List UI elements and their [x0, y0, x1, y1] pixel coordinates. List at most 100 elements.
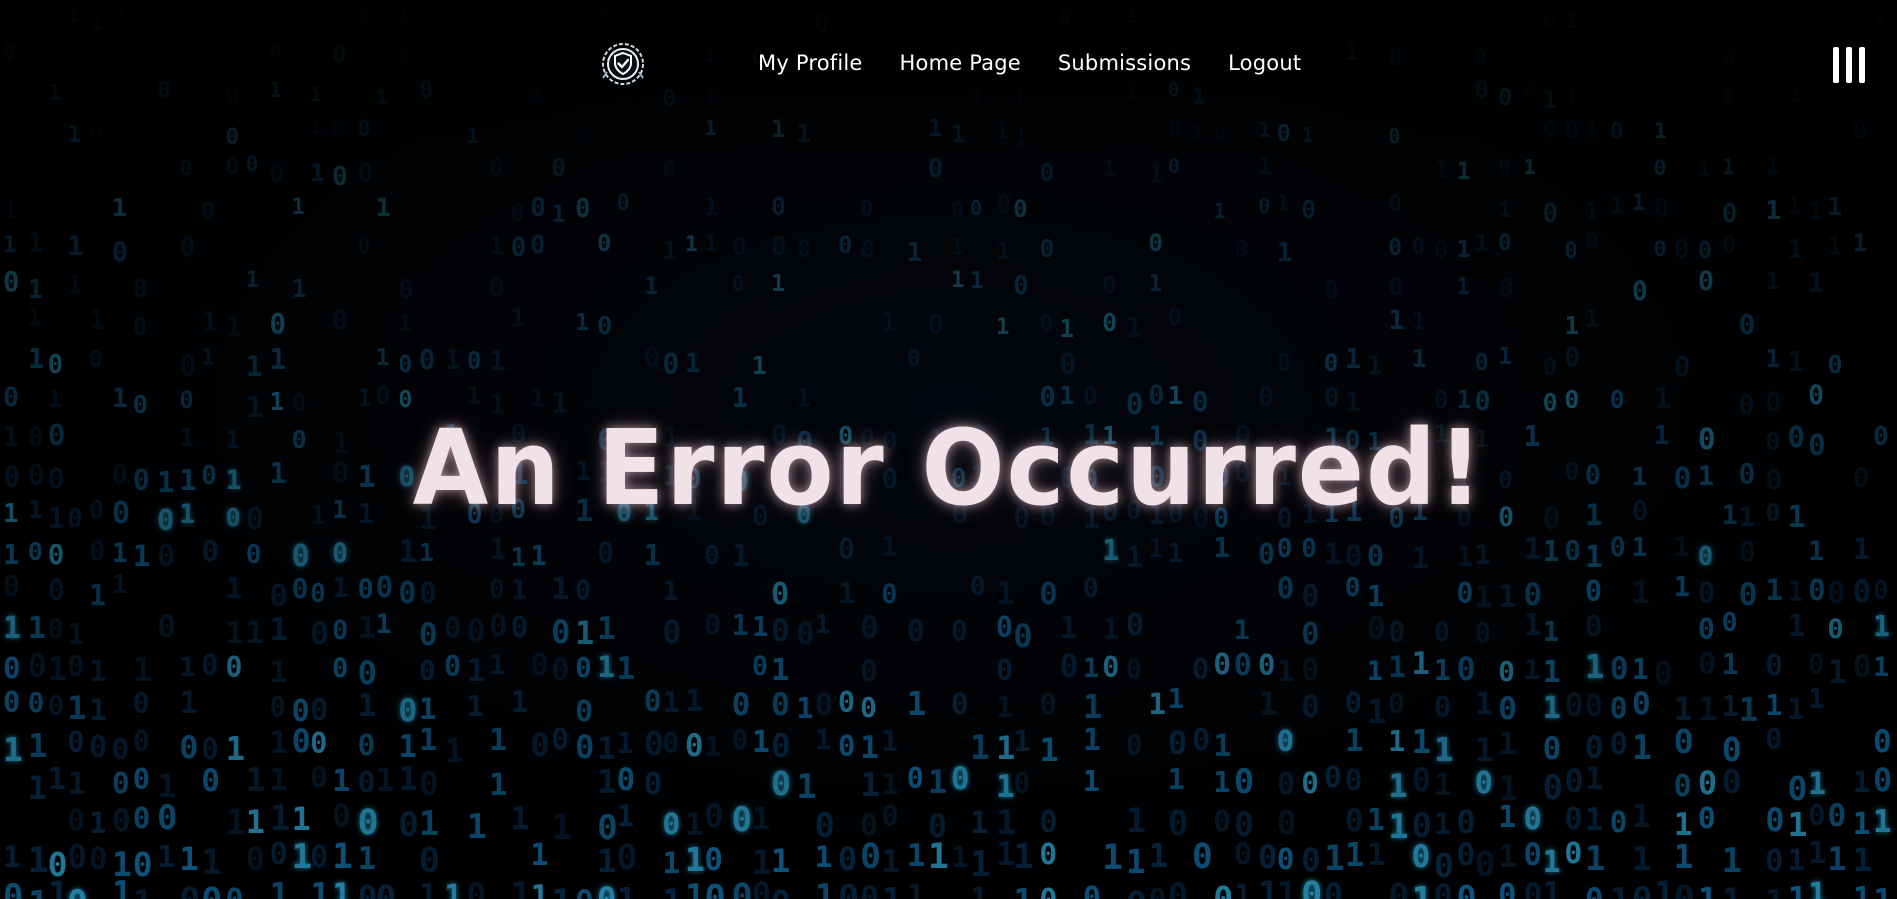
- binary-digit: 0: [1456, 649, 1476, 688]
- binary-digit: 0: [731, 723, 749, 757]
- binary-digit: 0: [1125, 608, 1144, 644]
- binary-digit: 1: [969, 268, 984, 295]
- binary-digit: 0: [969, 196, 983, 221]
- binary-digit: 0: [881, 578, 898, 610]
- binary-digit: 0: [530, 647, 549, 683]
- binary-digit: 1: [1827, 842, 1847, 879]
- nav-link-my-profile[interactable]: My Profile: [758, 49, 863, 77]
- binary-digit: 0: [1258, 648, 1276, 683]
- binary-digit: 0: [418, 653, 436, 687]
- binary-digit: 0: [1082, 879, 1101, 899]
- binary-digit: 0: [1697, 540, 1714, 571]
- binary-digit: 1: [488, 231, 504, 261]
- binary-digit: 0: [1523, 576, 1543, 613]
- binary-digit: 1: [881, 844, 901, 880]
- binary-digit: 0: [597, 807, 618, 848]
- binary-digit: 1: [1584, 839, 1606, 880]
- binary-digit: 1: [510, 684, 529, 719]
- binary-digit: 0: [575, 192, 591, 223]
- binary-digit: 1: [950, 840, 969, 875]
- binary-digit: 0: [27, 646, 47, 685]
- binary-digit: 0: [1564, 536, 1581, 568]
- binary-digit: 1: [89, 578, 107, 612]
- binary-digit: 1: [418, 803, 440, 843]
- binary-digit: 0: [770, 763, 791, 803]
- binary-digit: 0: [1039, 686, 1058, 721]
- hamburger-menu-button[interactable]: [1833, 47, 1865, 83]
- binary-digit: 0: [751, 875, 772, 899]
- binary-digit: 0: [837, 842, 858, 879]
- nav-link-submissions[interactable]: Submissions: [1058, 49, 1191, 77]
- binary-digit: 0: [1013, 194, 1028, 223]
- site-logo[interactable]: [599, 40, 647, 88]
- binary-digit: 0: [597, 229, 612, 258]
- binary-digit: 1: [466, 807, 488, 848]
- binary-digit: 1: [643, 539, 661, 573]
- binary-digit: 0: [1233, 234, 1249, 263]
- nav-link-home-page[interactable]: Home Page: [900, 49, 1021, 77]
- binary-digit: 1: [1411, 541, 1430, 577]
- binary-digit: 0: [1765, 844, 1784, 880]
- binary-digit: 0: [1673, 768, 1692, 804]
- binary-digit: 1: [1808, 268, 1824, 299]
- binary-digit: 1: [684, 232, 698, 258]
- binary-digit: 1: [1853, 881, 1872, 899]
- binary-digit: 0: [1474, 765, 1493, 801]
- binary-digit: 0: [89, 536, 106, 568]
- binary-digit: 0: [704, 539, 720, 570]
- binary-digit: 0: [1542, 198, 1558, 229]
- binary-digit: 0: [796, 235, 811, 264]
- binary-digit: 0: [1673, 349, 1691, 383]
- binary-digit: 0: [89, 729, 108, 765]
- binary-digit: 0: [704, 798, 724, 835]
- binary-digit: 1: [1542, 690, 1561, 726]
- binary-digit: 0: [1765, 647, 1784, 682]
- binary-digit: 1: [684, 684, 703, 720]
- binary-digit: 1: [245, 802, 266, 841]
- binary-digit: 0: [1498, 690, 1517, 727]
- binary-digit: 0: [47, 691, 65, 723]
- binary-digit: 1: [616, 799, 635, 834]
- binary-digit: 0: [1873, 760, 1893, 799]
- binary-digit: 0: [770, 613, 790, 650]
- binary-digit: 0: [995, 611, 1013, 645]
- binary-digit: 1: [662, 882, 681, 899]
- binary-digit: 0: [751, 651, 769, 683]
- binary-digit: 1: [1125, 800, 1146, 840]
- binary-digit: 0: [1411, 761, 1432, 799]
- binary-digit: 0: [1344, 572, 1361, 603]
- binary-digit: 1: [225, 310, 243, 344]
- binary-digit: 0: [332, 615, 349, 647]
- binary-digit: 0: [770, 232, 787, 263]
- binary-digit: 0: [1474, 617, 1492, 649]
- binary-digit: 0: [1738, 307, 1756, 341]
- binary-digit: 1: [969, 728, 990, 768]
- binary-digit: 0: [1013, 617, 1033, 656]
- binary-digit: 1: [1808, 836, 1827, 872]
- binary-digit: 0: [1765, 803, 1785, 840]
- binary-digit: 0: [950, 614, 968, 648]
- binary-digit: 0: [510, 199, 525, 228]
- binary-digit: 1: [1564, 311, 1580, 341]
- binary-digit: 1: [1673, 571, 1691, 603]
- binary-digit: 1: [662, 235, 678, 265]
- binary-digit: 1: [1366, 578, 1385, 613]
- binary-digit: 0: [291, 538, 310, 574]
- binary-digit: 0: [1167, 875, 1189, 899]
- binary-digit: 0: [357, 653, 377, 692]
- binary-digit: 1: [1827, 230, 1843, 260]
- binary-digit: 1: [1276, 874, 1297, 899]
- binary-digit: 1: [269, 799, 291, 840]
- binary-digit: 1: [906, 684, 927, 723]
- binary-digit: 1: [1102, 837, 1124, 878]
- binary-digit: 1: [1631, 190, 1646, 216]
- binary-digit: 0: [1013, 767, 1031, 801]
- binary-digit: 1: [398, 533, 417, 570]
- binary-digit: 0: [1388, 272, 1404, 302]
- binary-digit: 0: [551, 614, 571, 652]
- binary-digit: 1: [1873, 651, 1890, 683]
- binary-digit: 1: [1873, 882, 1893, 899]
- binary-digit: 1: [89, 692, 107, 728]
- nav-link-logout[interactable]: Logout: [1228, 49, 1301, 77]
- binary-digit: 0: [398, 576, 417, 612]
